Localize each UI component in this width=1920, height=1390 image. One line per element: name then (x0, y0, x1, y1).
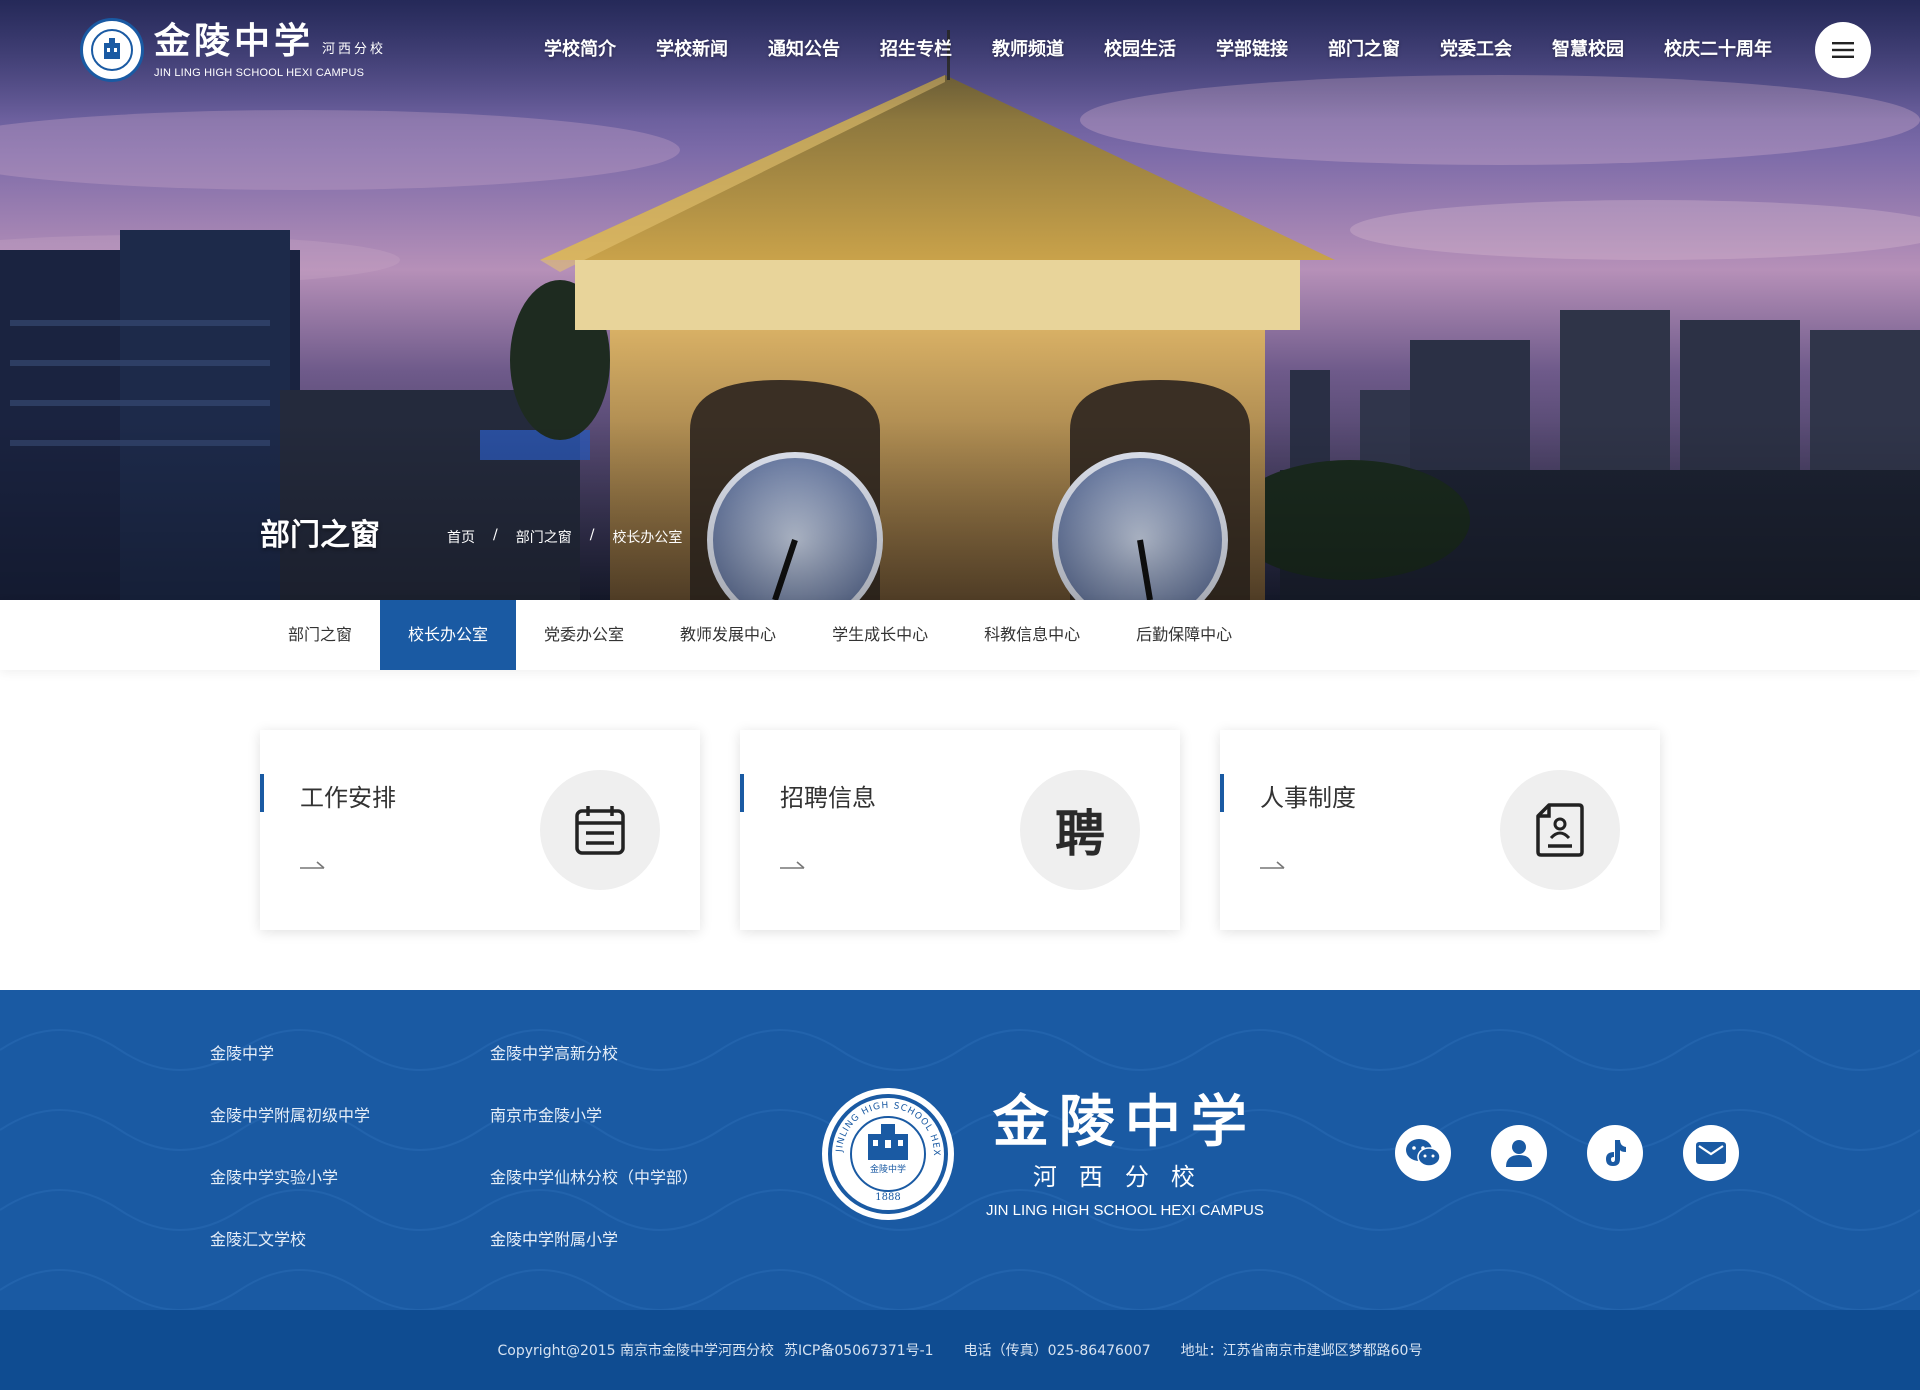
hero-banner: 金陵中学 河西分校 JIN LING HIGH SCHOOL HEXI CAMP… (0, 0, 1920, 600)
copyright-text: Copyright@2015 南京市金陵中学河西分校 (497, 1343, 775, 1359)
breadcrumb-separator: / (493, 527, 498, 543)
card-work-schedule[interactable]: 工作安排 (260, 730, 700, 930)
arrow-right-icon (780, 861, 805, 869)
category-cards: 工作安排 招聘信息 聘 人事制度 (260, 730, 1660, 930)
school-emblem-icon (80, 18, 144, 82)
nav-item-anniversary[interactable]: 校庆二十周年 (1664, 36, 1772, 64)
document-icon (1536, 803, 1584, 857)
page-title: 部门之窗 (260, 518, 380, 553)
nav-item-campus-life[interactable]: 校园生活 (1104, 36, 1176, 64)
profile-button[interactable] (1491, 1125, 1547, 1181)
school-emblem-icon: JINLING HIGH SCHOOL HEXI CAMPUS 金陵中学 188… (822, 1088, 954, 1220)
nav-item-party-union[interactable]: 党委工会 (1440, 36, 1512, 64)
tab-logistics[interactable]: 后勤保障中心 (1108, 600, 1260, 670)
tiktok-icon (1606, 1140, 1626, 1166)
logo-english-name: JIN LING HIGH SCHOOL HEXI CAMPUS (154, 67, 365, 79)
user-icon (1506, 1140, 1532, 1167)
contact-phone: 电话（传真）025-86476007 (963, 1343, 1151, 1359)
email-button[interactable] (1683, 1125, 1739, 1181)
department-subnav: 部门之窗 校长办公室 党委办公室 教师发展中心 学生成长中心 科教信息中心 后勤… (0, 600, 1920, 670)
tab-departments[interactable]: 部门之窗 (260, 600, 380, 670)
card-title: 人事制度 (1260, 784, 1356, 812)
tab-party-office[interactable]: 党委办公室 (516, 600, 652, 670)
nav-item-smart-campus[interactable]: 智慧校园 (1552, 36, 1624, 64)
tab-teacher-development[interactable]: 教师发展中心 (652, 600, 804, 670)
footer-link[interactable]: 金陵中学附属初级中学 (210, 1102, 490, 1130)
footer-link[interactable]: 金陵中学仙林分校（中学部） (490, 1164, 770, 1192)
card-title: 招聘信息 (780, 784, 876, 812)
breadcrumb-separator: / (589, 527, 595, 543)
card-personnel-system[interactable]: 人事制度 (1220, 730, 1660, 930)
footer-link[interactable]: 金陵中学高新分校 (490, 1040, 770, 1068)
breadcrumb: 首页 / 部门之窗 / 校长办公室 (447, 527, 682, 547)
mail-icon (1696, 1142, 1726, 1164)
menu-button[interactable] (1815, 22, 1871, 78)
footer-logo-english-name: JIN LING HIGH SCHOOL HEXI CAMPUS (986, 1202, 1264, 1219)
footer-link[interactable]: 金陵汇文学校 (210, 1226, 490, 1254)
tab-student-growth[interactable]: 学生成长中心 (804, 600, 956, 670)
recruit-icon: 聘 (1055, 804, 1105, 863)
copyright-bar: Copyright@2015 南京市金陵中学河西分校 苏ICP备05067371… (0, 1310, 1920, 1390)
calendar-icon (575, 806, 625, 855)
breadcrumb-departments[interactable]: 部门之窗 (516, 527, 572, 547)
card-recruitment[interactable]: 招聘信息 聘 (740, 730, 1180, 930)
breadcrumb-home[interactable]: 首页 (447, 527, 475, 547)
contact-address: 地址：江苏省南京市建邺区梦都路60号 (1180, 1343, 1423, 1359)
card-accent-bar (1220, 774, 1224, 812)
site-logo[interactable]: 金陵中学 河西分校 JIN LING HIGH SCHOOL HEXI CAMP… (80, 18, 386, 82)
footer-link[interactable]: 金陵中学实验小学 (210, 1164, 490, 1192)
nav-item-divisions[interactable]: 学部链接 (1216, 36, 1288, 64)
card-title: 工作安排 (300, 784, 396, 812)
footer-link[interactable]: 南京市金陵小学 (490, 1102, 770, 1130)
tab-principal-office[interactable]: 校长办公室 (380, 600, 517, 670)
social-links (1395, 1125, 1739, 1181)
site-footer: 金陵中学 金陵中学高新分校 金陵中学附属初级中学 南京市金陵小学 金陵中学实验小… (0, 990, 1920, 1310)
nav-item-notices[interactable]: 通知公告 (768, 36, 840, 64)
douyin-button[interactable] (1587, 1125, 1643, 1181)
footer-links: 金陵中学 金陵中学高新分校 金陵中学附属初级中学 南京市金陵小学 金陵中学实验小… (210, 1040, 770, 1254)
logo-branch: 河西分校 (322, 42, 387, 57)
nav-item-teachers[interactable]: 教师频道 (992, 36, 1064, 64)
wechat-button[interactable] (1395, 1125, 1451, 1181)
breadcrumb-current[interactable]: 校长办公室 (612, 527, 682, 547)
footer-logo: JINLING HIGH SCHOOL HEXI CAMPUS 金陵中学 188… (822, 1088, 1264, 1220)
footer-link[interactable]: 金陵中学 (210, 1040, 490, 1068)
footer-logo-title: 金陵中学 (992, 1089, 1257, 1155)
nav-item-departments[interactable]: 部门之窗 (1328, 36, 1400, 64)
card-accent-bar (740, 774, 744, 812)
arrow-right-icon (300, 861, 325, 869)
nav-item-about[interactable]: 学校简介 (544, 36, 616, 64)
card-icon-circle (1500, 770, 1620, 890)
hamburger-icon (1832, 42, 1854, 58)
tab-science-info[interactable]: 科教信息中心 (956, 600, 1108, 670)
footer-logo-branch: 河西分校 (1032, 1163, 1217, 1191)
logo-title: 金陵中学 (154, 20, 315, 62)
card-icon-circle (540, 770, 660, 890)
main-nav: 学校简介 学校新闻 通知公告 招生专栏 教师频道 校园生活 学部链接 部门之窗 … (544, 36, 1772, 64)
nav-item-admissions[interactable]: 招生专栏 (880, 36, 952, 64)
emblem-year: 1888 (875, 1192, 900, 1203)
nav-item-news[interactable]: 学校新闻 (656, 36, 728, 64)
emblem-chinese-name: 金陵中学 (870, 1163, 906, 1175)
icp-number[interactable]: 苏ICP备05067371号-1 (784, 1340, 934, 1360)
wechat-icon (1406, 1139, 1441, 1167)
arrow-right-icon (1260, 861, 1285, 869)
footer-link[interactable]: 金陵中学附属小学 (490, 1226, 770, 1254)
card-accent-bar (260, 774, 264, 812)
card-icon-circle: 聘 (1020, 770, 1140, 890)
